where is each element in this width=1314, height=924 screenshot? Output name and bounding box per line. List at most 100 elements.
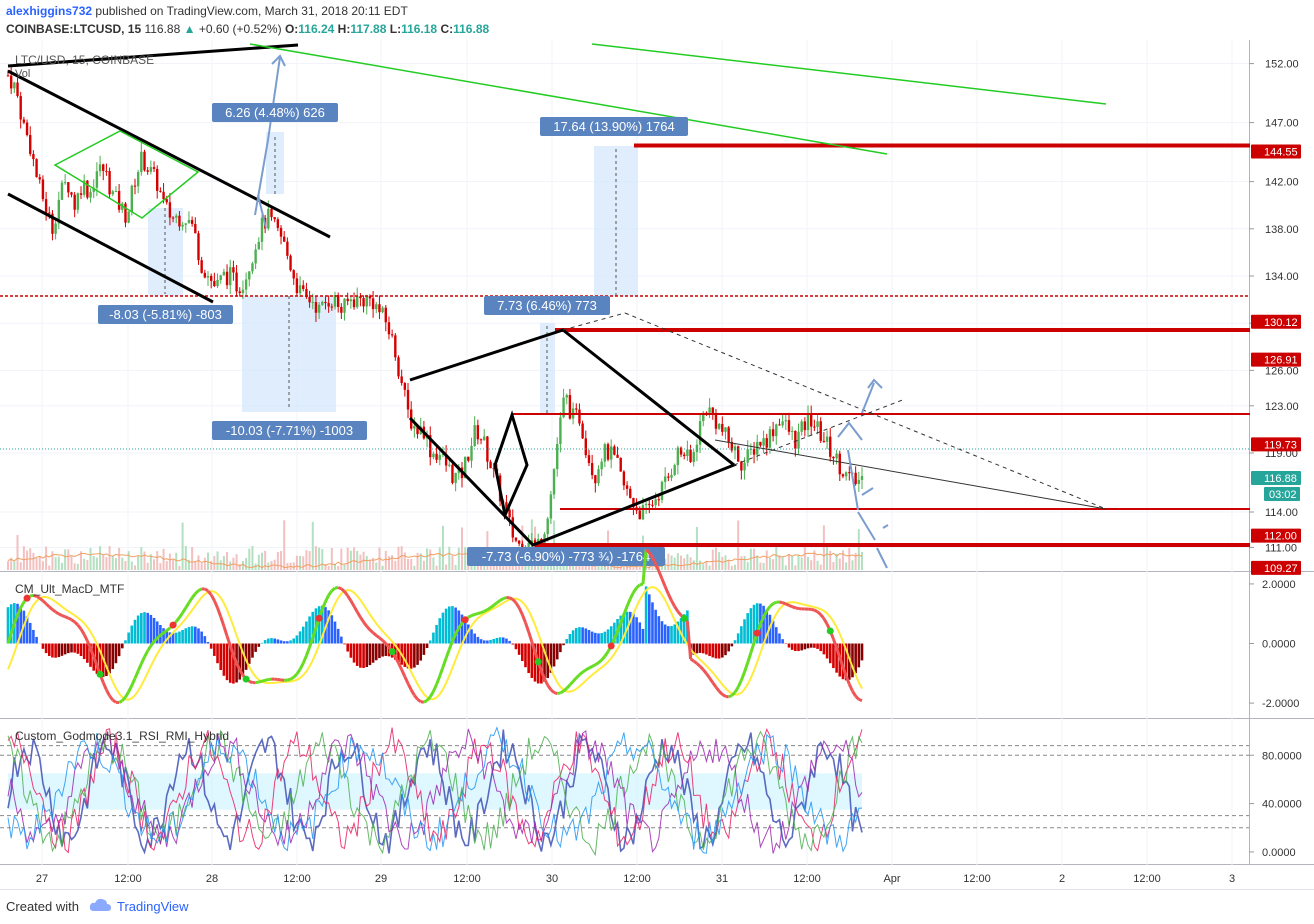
macd-histogram-bar xyxy=(788,644,791,648)
candle-body xyxy=(585,438,587,455)
macd-line-segment xyxy=(814,610,817,612)
candle-body xyxy=(432,454,434,457)
macd-histogram-bar xyxy=(248,644,251,664)
volume-bar xyxy=(251,546,253,570)
macd-histogram-bar xyxy=(251,644,254,658)
volume-bar xyxy=(775,547,777,570)
macd-histogram-bar xyxy=(277,639,280,643)
candle-body xyxy=(661,482,663,500)
macd-line-segment xyxy=(418,699,421,701)
candle-body xyxy=(515,538,517,541)
candle-body xyxy=(248,271,250,279)
candle-body xyxy=(318,305,320,313)
macd-histogram-bar xyxy=(426,644,429,649)
candle-body xyxy=(19,96,21,119)
candle-body xyxy=(267,209,269,229)
candle-body xyxy=(286,242,288,256)
author-link[interactable]: alexhiggins732 xyxy=(6,4,92,18)
candle-body xyxy=(362,298,364,306)
candle-body xyxy=(77,193,79,209)
volume-bar xyxy=(277,552,279,570)
candle-body xyxy=(115,191,117,192)
macd-histogram-bar xyxy=(572,630,575,643)
macd-histogram-bar xyxy=(597,633,600,643)
macd-histogram-bar xyxy=(638,622,641,643)
candle-body xyxy=(404,383,406,390)
candle-body xyxy=(839,454,841,475)
candle-body xyxy=(804,421,806,430)
volume-bar xyxy=(296,556,298,570)
volume-bar xyxy=(166,561,168,570)
macd-cross-dot xyxy=(97,671,104,678)
macd-histogram-bar xyxy=(343,644,346,645)
chart-canvas[interactable]: 6.26 (4.48%) 62617.64 (13.90%) 1764-8.03… xyxy=(0,0,1314,890)
volume-bar xyxy=(32,553,34,570)
macd-histogram-bar xyxy=(359,644,362,668)
volume-bar xyxy=(182,523,184,570)
volume-bar xyxy=(64,549,66,570)
volume-bar xyxy=(280,551,282,570)
candle-body xyxy=(391,334,393,335)
candle-body xyxy=(232,267,234,272)
candle-body xyxy=(159,191,161,192)
candle-body xyxy=(261,218,263,242)
candle-body xyxy=(10,76,12,89)
macd-histogram-bar xyxy=(746,613,749,643)
candle-body xyxy=(718,424,720,429)
candle-body xyxy=(86,181,88,198)
tradingview-brand-link[interactable]: TradingView xyxy=(117,899,189,914)
candle-body xyxy=(277,219,279,228)
candle-body xyxy=(473,425,475,446)
macd-histogram-bar xyxy=(851,644,854,678)
candle-body xyxy=(753,449,755,455)
candle-body xyxy=(721,424,723,432)
macd-cross-dot xyxy=(608,642,615,649)
volume-bar xyxy=(845,562,847,570)
candle-body xyxy=(664,477,666,482)
volume-bar xyxy=(823,525,825,570)
candle-body xyxy=(512,517,514,537)
volume-bar xyxy=(715,548,717,570)
macd-histogram-bar xyxy=(594,633,597,644)
volume-bar xyxy=(134,565,136,570)
volume-bar xyxy=(175,553,177,570)
candle-body xyxy=(16,83,18,97)
candle-body xyxy=(321,302,323,305)
volume-bar xyxy=(115,558,117,570)
macd-histogram-bar xyxy=(137,616,140,644)
price-tick-label: 126.00 xyxy=(1265,365,1299,377)
macd-histogram-bar xyxy=(438,618,441,643)
candle-body xyxy=(229,267,231,285)
candle-body xyxy=(581,423,583,438)
macd-line-segment xyxy=(598,660,601,663)
macd-line-segment xyxy=(729,695,732,696)
macd-histogram-bar xyxy=(635,617,638,643)
macd-histogram-bar xyxy=(718,644,721,659)
macd-histogram-bar xyxy=(721,644,724,658)
candle-body xyxy=(70,192,72,194)
time-tick-label: 12:00 xyxy=(453,873,481,885)
candle-body xyxy=(137,172,139,186)
price-tick-label: 152.00 xyxy=(1265,59,1299,71)
macd-histogram-bar xyxy=(67,644,70,654)
macd-tick-label: -2.0000 xyxy=(1262,698,1299,710)
macd-histogram-bar xyxy=(791,644,794,650)
volume-bar xyxy=(480,566,482,570)
macd-cross-dot xyxy=(754,630,761,637)
tradingview-cloud-icon xyxy=(88,897,112,913)
volume-bar xyxy=(807,557,809,570)
macd-histogram-bar xyxy=(524,644,527,668)
candle-body xyxy=(26,123,28,135)
macd-line-segment xyxy=(592,665,595,667)
candle-body xyxy=(810,414,812,427)
macd-line-segment xyxy=(262,680,265,681)
volume-bar xyxy=(197,555,199,570)
macd-line-segment xyxy=(475,614,478,615)
macd-histogram-bar xyxy=(267,639,270,644)
macd-histogram-bar xyxy=(562,644,565,646)
candle-body xyxy=(162,192,164,199)
candle-body xyxy=(270,209,272,217)
macd-histogram-bar xyxy=(715,644,718,659)
macd-cross-dot xyxy=(243,676,250,683)
macd-histogram-bar xyxy=(283,641,286,643)
